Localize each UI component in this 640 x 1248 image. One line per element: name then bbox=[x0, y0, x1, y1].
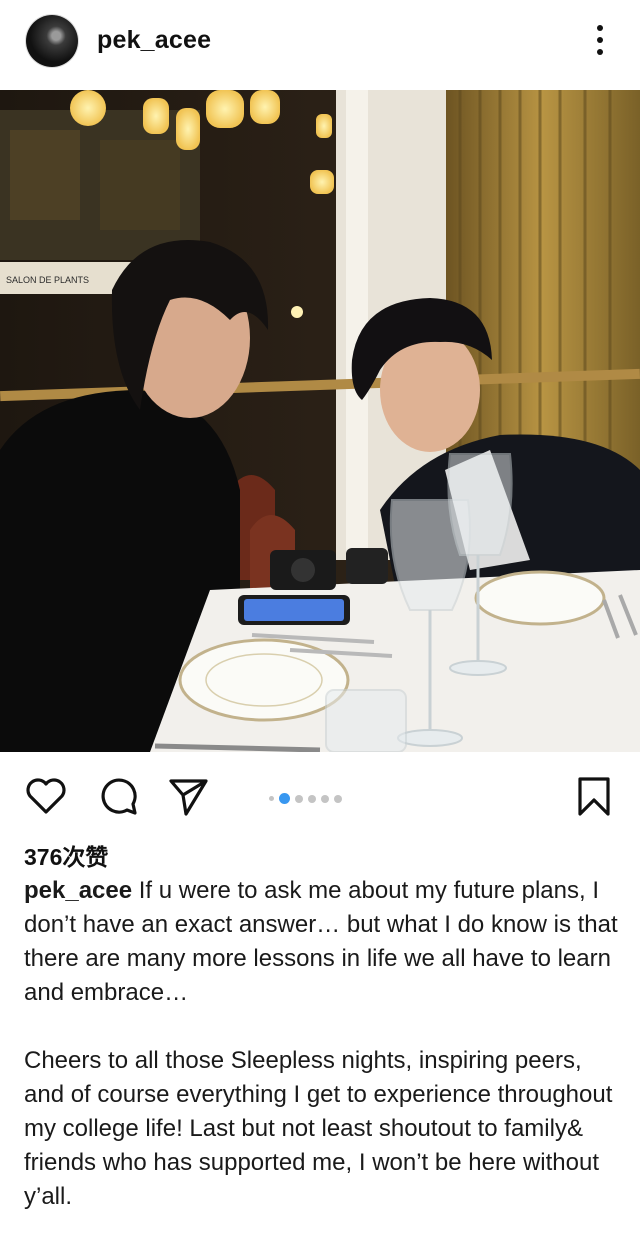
caption-paragraph-1: pek_acee If u were to ask me about my fu… bbox=[24, 874, 624, 1010]
carousel-dot bbox=[307, 794, 316, 803]
caption-paragraph-2: Cheers to all those Sleepless nights, in… bbox=[24, 1047, 613, 1210]
post-header: pek_acee bbox=[0, 0, 640, 90]
caption-username[interactable]: pek_acee bbox=[24, 877, 132, 904]
carousel-dot bbox=[294, 794, 303, 803]
carousel-dot bbox=[333, 794, 342, 803]
bookmark-icon[interactable] bbox=[572, 774, 616, 818]
carousel-indicator bbox=[266, 790, 344, 805]
post-username[interactable]: pek_acee bbox=[97, 26, 211, 55]
photo-illustration: SALON DE PLANTS bbox=[0, 90, 640, 752]
like-count[interactable]: 376次赞 bbox=[24, 838, 108, 872]
more-options-icon[interactable] bbox=[584, 22, 616, 62]
send-icon[interactable] bbox=[166, 774, 210, 818]
photo-sign-text: SALON DE PLANTS bbox=[6, 275, 89, 285]
heart-icon[interactable] bbox=[24, 774, 68, 818]
post-caption: pek_acee If u were to ask me about my fu… bbox=[24, 874, 624, 1248]
action-bar bbox=[0, 752, 640, 842]
post-photo[interactable]: SALON DE PLANTS bbox=[0, 90, 640, 752]
comment-icon[interactable] bbox=[96, 774, 140, 818]
carousel-dot bbox=[320, 794, 329, 803]
avatar[interactable] bbox=[26, 15, 78, 67]
carousel-dot bbox=[278, 793, 290, 805]
carousel-dot bbox=[268, 796, 274, 802]
